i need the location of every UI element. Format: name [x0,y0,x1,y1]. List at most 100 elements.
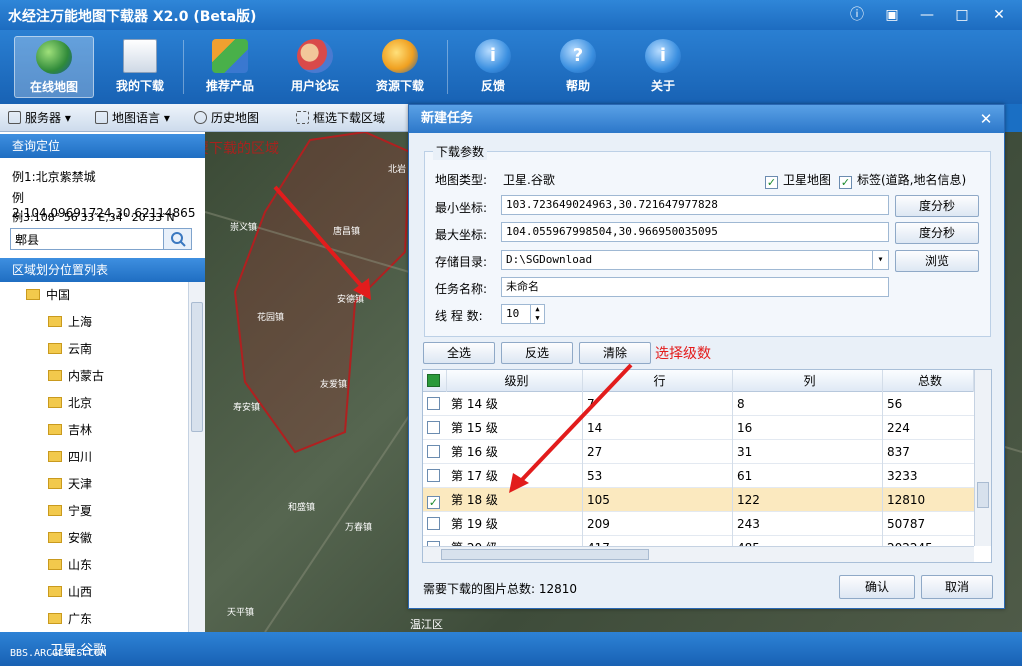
dialog-close-icon[interactable]: ✕ [974,108,998,130]
user-forum-button[interactable]: 用户论坛 [275,36,355,98]
feedback-button[interactable]: i 反馈 [453,36,533,98]
confirm-button[interactable]: 确认 [839,575,915,599]
tree-scrollbar[interactable] [188,282,205,632]
save-dir-value: D:\SGDownload [506,253,593,266]
tree-node-label: 天津 [68,477,93,491]
title-bar: 水经注万能地图下载器 X2.0 (Beta版) ⓘ ▣ — □ ✕ [0,0,1022,30]
close-icon[interactable]: ✕ [987,4,1011,26]
folder-icon [48,370,62,381]
stepper-arrows-icon[interactable]: ▲ ▼ [530,305,544,323]
tree-node-province[interactable]: 云南 [48,338,92,360]
folder-icon [48,505,62,516]
tree-node-root[interactable]: 中国 [26,284,70,306]
min-dms-button[interactable]: 度分秒 [895,195,979,217]
row-checkbox-cell[interactable] [423,464,447,488]
annotation-levels: 选择级数 [655,346,711,362]
total-cell: 12810 [887,493,926,507]
scroll-thumb[interactable] [977,482,989,508]
online-map-button[interactable]: 在线地图 [14,36,94,98]
scroll-thumb[interactable] [441,549,649,560]
map-language-label: 地图语言 [112,111,161,125]
search-input[interactable] [11,229,161,249]
row-checkbox-cell[interactable] [423,440,447,464]
column-header[interactable]: 总数 [883,370,974,392]
resource-download-button[interactable]: 资源下载 [360,36,440,98]
table-hscrollbar[interactable] [423,546,974,562]
table-vscrollbar[interactable] [974,370,991,546]
map-type-label: 地图类型: [435,173,488,187]
task-name-field[interactable]: 未命名 [501,277,889,297]
column-header[interactable]: 列 [733,370,883,392]
tree-node-province[interactable]: 天津 [48,473,92,495]
tree-node-province[interactable]: 广东 [48,608,92,630]
row-checkbox-cell[interactable] [423,416,447,440]
column-header[interactable]: 级别 [447,370,583,392]
maximize-icon[interactable]: □ [950,4,974,26]
min-coord-field[interactable]: 103.723649024963,30.721647977828 [501,195,889,215]
map-language-dropdown[interactable]: 地图语言 ▾ [95,109,170,127]
tree-node-province[interactable]: 吉林 [48,419,92,441]
checkbox [427,517,440,530]
satellite-checkbox[interactable]: ✓ 卫星地图 [765,171,831,189]
region-tree: 中国 上海 云南 内蒙古 北京 吉林 四川 天津 宁夏 安徽 山东 山西 广东 [0,282,188,632]
row-checkbox-cell[interactable]: ✓ [423,488,447,512]
header-checkbox-cell[interactable] [423,370,447,392]
table-row[interactable]: 第 15 级 14 16 224 [423,416,974,440]
recommended-products-button[interactable]: 推荐产品 [190,36,270,98]
help-button[interactable]: ? 帮助 [538,36,618,98]
clear-button[interactable]: 清除 [579,342,651,364]
row-cell: 7 [583,392,733,416]
toolbar-divider [183,40,184,94]
dialog-title: 新建任务 [409,105,1004,133]
invert-selection-button[interactable]: 反选 [501,342,573,364]
tree-node-province[interactable]: 宁夏 [48,500,92,522]
checkbox-checked: ✓ [427,496,440,509]
server-dropdown[interactable]: 服务器 ▾ [8,109,71,127]
row-cell: 209 [583,512,733,536]
chevron-down-icon[interactable]: ▾ [872,251,888,269]
server-label: 服务器 [25,111,62,125]
row-checkbox-cell[interactable] [423,512,447,536]
table-header: 级别 行 列 总数 [423,370,974,392]
folder-icon [48,397,62,408]
tree-node-province[interactable]: 山东 [48,554,92,576]
box-select-button[interactable]: 框选下载区域 [296,109,385,127]
table-row[interactable]: 第 17 级 53 61 3233 [423,464,974,488]
info-icon[interactable]: ⓘ [845,4,869,26]
max-coord-field[interactable]: 104.055967998504,30.966950035095 [501,222,889,242]
row-checkbox-cell[interactable] [423,392,447,416]
info-feedback-icon: i [475,39,511,73]
scroll-thumb[interactable] [191,302,203,432]
my-downloads-button[interactable]: 我的下载 [100,36,180,98]
tree-node-province[interactable]: 内蒙古 [48,365,104,387]
map-label: 和盛镇 [288,503,316,513]
tree-node-province[interactable]: 山西 [48,581,92,603]
about-button[interactable]: i 关于 [623,36,703,98]
browse-button[interactable]: 浏览 [895,250,979,272]
table-row[interactable]: 第 14 级 7 8 56 [423,392,974,416]
table-row[interactable]: 第 19 级 209 243 50787 [423,512,974,536]
minimize-icon[interactable]: — [915,4,939,26]
tree-node-province[interactable]: 上海 [48,311,92,333]
threads-stepper[interactable]: 10 ▲ ▼ [501,304,545,324]
tree-node-province[interactable]: 安徽 [48,527,92,549]
save-dir-field[interactable]: D:\SGDownload ▾ [501,250,889,270]
select-all-button[interactable]: 全选 [423,342,495,364]
table-row[interactable]: ✓ 第 18 级 105 122 12810 [423,488,974,512]
map-subtoolbar: 服务器 ▾ 地图语言 ▾ 历史地图 框选下载区域 [0,104,410,132]
tree-node-province[interactable]: 四川 [48,446,92,468]
history-map-label: 历史地图 [211,111,260,125]
history-map-button[interactable]: 历史地图 [194,109,259,127]
table-row[interactable]: 第 16 级 27 31 837 [423,440,974,464]
tree-node-province[interactable]: 北京 [48,392,92,414]
level-cell: 第 18 级 [447,488,583,512]
search-button[interactable] [163,229,191,249]
skin-icon[interactable]: ▣ [880,4,904,26]
tree-node-label: 云南 [68,342,93,356]
max-dms-button[interactable]: 度分秒 [895,222,979,244]
column-header[interactable]: 行 [583,370,733,392]
label-checkbox[interactable]: ✓ 标签(道路,地名信息) [839,171,966,189]
checkbox [427,469,440,482]
cancel-button[interactable]: 取消 [921,575,993,599]
max-coord-label: 最大坐标: [435,228,488,242]
